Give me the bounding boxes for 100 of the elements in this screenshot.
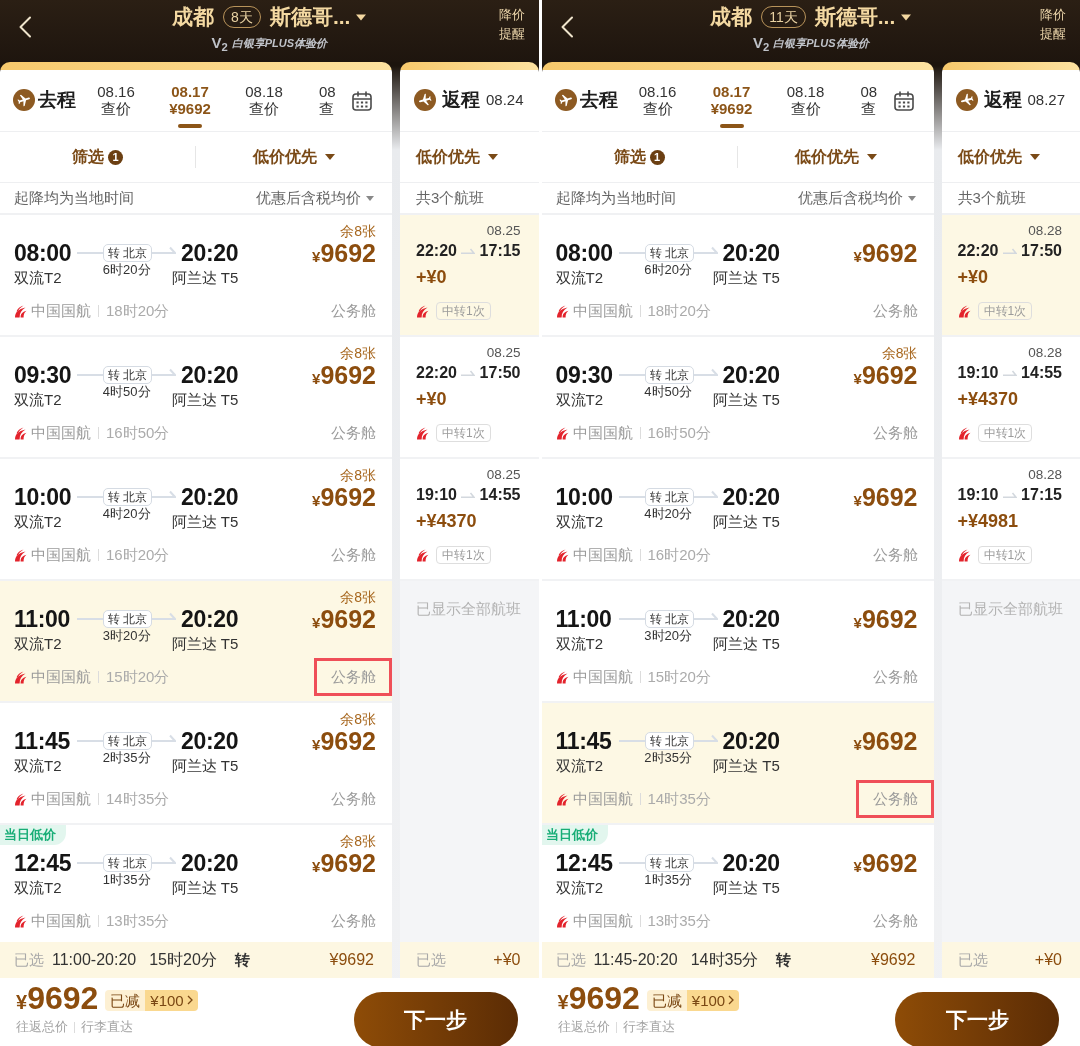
trip-label: 去程	[38, 88, 76, 112]
selected-duration: 15时20分	[149, 950, 217, 970]
caret-icon	[901, 13, 912, 21]
back-icon[interactable]	[18, 15, 32, 38]
selected-price-difference: +¥0	[493, 950, 521, 970]
next-button[interactable]: 下一步	[895, 992, 1059, 1046]
flight-row[interactable]: 11:00 双流T2 转 北京 3时20分 20:20 阿兰达 T5 余8张 ¥9692 中国国航 15时20分 公务舱	[0, 581, 392, 703]
filter-count-badge: 1	[108, 149, 123, 165]
layover-duration: 6时20分	[644, 263, 692, 277]
date-tab[interactable]: 08.16 查价	[79, 70, 153, 128]
return-flight-row[interactable]: 08.28 19:10 14:55 +¥4370 中转1次	[941, 337, 1080, 459]
layover-duration: 3时20分	[644, 629, 692, 643]
return-flight-row[interactable]: 08.25 19:10 14:55 +¥4370 中转1次	[400, 459, 539, 581]
arrival-date: 08.25	[486, 223, 521, 239]
fare-price: ¥9692	[312, 849, 376, 879]
caret-icon	[907, 195, 916, 201]
stopover-badge: 转 北京	[644, 610, 694, 628]
arrival-time: 20:20	[181, 605, 239, 633]
departure-time: 11:00	[14, 605, 71, 633]
date-tab[interactable]: 08.16 查价	[620, 70, 695, 128]
fare-price: ¥9692	[853, 849, 918, 879]
chevron-icon	[728, 995, 735, 1005]
price-alert-button[interactable]: 降价提醒	[1040, 5, 1066, 43]
fare-price: ¥9692	[312, 239, 376, 269]
price-basis-dropdown[interactable]: 优惠后含税均价	[797, 186, 916, 210]
sort-dropdown[interactable]: 低价优先	[253, 146, 335, 168]
departure-airport: 双流T2	[555, 757, 603, 775]
arrival-airport: 阿兰达 T5	[171, 513, 239, 531]
arrival-airport: 阿兰达 T5	[713, 391, 780, 409]
sort-dropdown[interactable]: 低价优先	[957, 146, 1040, 168]
date-tab[interactable]: 08.17 ¥9692	[694, 70, 769, 128]
total-duration: 18时20分	[106, 300, 170, 321]
total-duration: 16时20分	[106, 544, 170, 565]
selected-label: 已选	[416, 949, 446, 970]
sort-dropdown[interactable]: 低价优先	[416, 146, 498, 168]
fare-price: ¥9692	[853, 605, 918, 635]
calendar-icon[interactable]	[893, 91, 914, 111]
date-tab[interactable]: 08.18 查价	[227, 70, 301, 128]
return-flight-row[interactable]: 08.25 22:20 17:50 +¥0 中转1次	[400, 337, 539, 459]
date-tab[interactable]: 08 查	[301, 70, 336, 128]
arrival-airport: 阿兰达 T5	[171, 269, 239, 287]
destination-dropdown[interactable]: 斯德哥...	[269, 4, 367, 30]
arrival-time: 20:20	[722, 361, 780, 389]
date-tab[interactable]: 08 查	[842, 70, 878, 128]
seats-left: 余8张	[340, 467, 376, 483]
plane-icon	[13, 89, 35, 111]
fare-price: ¥9692	[853, 483, 918, 513]
arrival-time: 14:55	[1021, 363, 1062, 383]
cabin-class: 公务舱	[331, 301, 376, 321]
route-line	[77, 618, 103, 620]
deal-tag: 当日低价	[541, 825, 608, 845]
layover-duration: 6时20分	[102, 263, 151, 277]
stopover-badge: 转 北京	[644, 488, 694, 506]
destination-dropdown[interactable]: 斯德哥...	[814, 4, 912, 30]
filter-button[interactable]: 筛选 1	[613, 146, 665, 168]
airline-name: 中国国航	[572, 910, 633, 931]
airline-logo-icon	[555, 792, 569, 806]
cabin-class: 公务舱	[872, 911, 918, 931]
local-time-note: 起降均为当地时间	[14, 187, 134, 208]
date-tab[interactable]: 08.17 ¥9692	[153, 70, 227, 128]
departure-time: 10:00	[555, 483, 613, 511]
arrival-airport: 阿兰达 T5	[171, 391, 239, 409]
departure-time: 19:10	[957, 485, 999, 505]
return-flight-row[interactable]: 08.28 19:10 17:15 +¥4981 中转1次	[941, 459, 1080, 581]
stopover-badge: 转 北京	[644, 244, 694, 262]
member-level-label: V$_{2}$	[752, 35, 770, 51]
total-duration: 15时20分	[106, 666, 170, 687]
price-alert-button[interactable]: 降价提醒	[498, 5, 525, 43]
selected-price: ¥9692	[871, 950, 916, 970]
flight-count-note: 共3个航班	[416, 187, 485, 208]
sort-dropdown[interactable]: 低价优先	[794, 146, 877, 168]
back-icon[interactable]	[559, 15, 574, 38]
layover-duration: 4时20分	[644, 507, 692, 521]
date-tab[interactable]: 08.18 查价	[768, 70, 843, 128]
departure-time: 11:45	[14, 727, 71, 755]
airline-logo-icon	[957, 426, 971, 440]
airline-logo-icon	[14, 914, 27, 928]
airline-name: 中国国航	[31, 300, 91, 321]
calendar-icon[interactable]	[352, 91, 372, 111]
departure-time: 08:00	[14, 239, 72, 267]
flight-row[interactable]: 11:45 双流T2 转 北京 2时35分 20:20 阿兰达 T5 ¥9692 中国国航 14时35分 公务舱	[541, 703, 934, 825]
airline-logo-icon	[555, 670, 569, 684]
return-flight-row[interactable]: 08.28 22:20 17:50 +¥0 中转1次	[941, 215, 1080, 337]
filter-button[interactable]: 筛选 1	[72, 146, 123, 168]
airline-logo-icon	[555, 914, 569, 928]
stop-indicator: 转	[776, 949, 792, 970]
price-basis-dropdown[interactable]: 优惠后含税均价	[256, 186, 374, 210]
arrival-time: 20:20	[722, 727, 780, 755]
departure-time: 19:10	[416, 485, 457, 505]
departure-airport: 双流T2	[14, 269, 62, 287]
return-flight-row[interactable]: 08.25 22:20 17:15 +¥0 中转1次	[400, 215, 539, 337]
arrival-time: 17:15	[479, 241, 521, 261]
fare-price: ¥9692	[312, 727, 376, 757]
arrival-date: 08.28	[1028, 223, 1062, 239]
plane-icon	[955, 89, 978, 111]
departure-time: 12:45	[555, 849, 613, 877]
arrival-airport: 阿兰达 T5	[713, 513, 780, 531]
departure-airport: 双流T2	[14, 879, 62, 897]
next-button[interactable]: 下一步	[353, 992, 518, 1046]
departure-time: 22:20	[957, 241, 999, 261]
